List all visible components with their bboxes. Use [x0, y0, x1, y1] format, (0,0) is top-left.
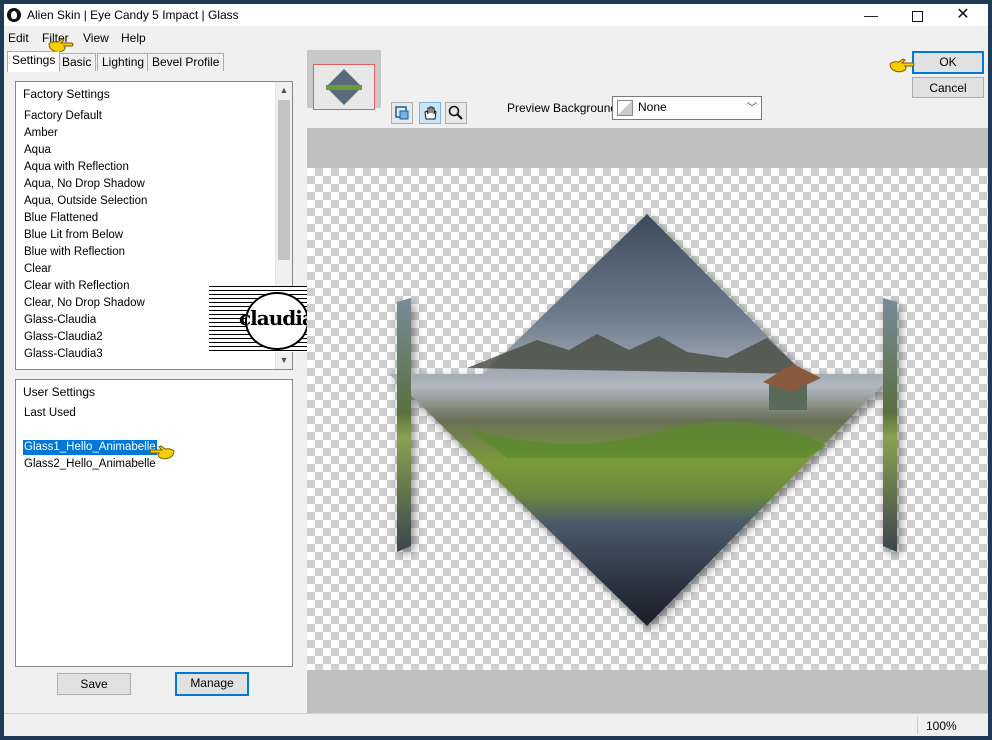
zoom-level: 100% — [926, 719, 957, 733]
list-item[interactable]: Blue Flattened — [23, 211, 99, 226]
app-logo-icon — [7, 8, 21, 22]
list-item[interactable]: Clear — [23, 262, 52, 277]
window-title: Alien Skin | Eye Candy 5 Impact | Glass — [27, 8, 239, 22]
tab-bevel-profile[interactable]: Bevel Profile — [147, 53, 225, 71]
list-item[interactable]: Aqua with Reflection — [23, 160, 130, 175]
navigator-icon — [395, 106, 409, 120]
list-item[interactable]: Aqua, Outside Selection — [23, 194, 148, 209]
close-button[interactable]: ✕ — [940, 4, 986, 26]
zoom-tool-icon — [448, 105, 463, 120]
thumbnail-image — [314, 65, 374, 109]
menu-edit[interactable]: Edit — [8, 31, 29, 45]
list-item-selected[interactable]: Glass1_Hello_Animabelle — [23, 440, 157, 455]
status-separator — [917, 717, 918, 734]
scroll-thumb[interactable] — [278, 100, 290, 260]
user-settings-header: User Settings — [23, 385, 96, 399]
navigator-button[interactable] — [391, 102, 413, 124]
list-item[interactable]: Clear, No Drop Shadow — [23, 296, 146, 311]
glass-effect-preview-image — [389, 214, 897, 626]
preview-background-value: None — [638, 100, 667, 114]
hand-tool-icon — [424, 106, 437, 120]
zoom-tool-button[interactable] — [445, 102, 467, 124]
status-bar: 100% — [4, 713, 988, 736]
list-item[interactable]: Blue Lit from Below — [23, 228, 124, 243]
factory-settings-header: Factory Settings — [23, 87, 110, 101]
preview-background-select[interactable]: None ﹀ — [612, 96, 762, 120]
preview-canvas[interactable] — [307, 128, 988, 713]
navigator-thumbnail[interactable] — [313, 64, 375, 110]
maximize-icon — [911, 10, 923, 22]
list-item[interactable]: Aqua, No Drop Shadow — [23, 177, 146, 192]
pointing-hand-icon — [889, 58, 915, 73]
list-item[interactable]: Aqua — [23, 143, 52, 158]
pointing-hand-icon — [149, 445, 175, 460]
thumbnail-area — [307, 50, 381, 110]
watermark-text: claudia — [239, 306, 315, 330]
chevron-down-icon: ﹀ — [747, 103, 757, 114]
scroll-up-icon[interactable]: ▲ — [276, 82, 292, 98]
cancel-button[interactable]: Cancel — [912, 77, 984, 98]
title-bar: Alien Skin | Eye Candy 5 Impact | Glass … — [4, 4, 988, 26]
scroll-down-icon[interactable]: ▼ — [276, 352, 292, 368]
menu-help[interactable]: Help — [121, 31, 146, 45]
tab-basic[interactable]: Basic — [57, 53, 97, 71]
background-swatch-icon — [617, 100, 633, 116]
list-item[interactable]: Glass-Claudia — [23, 313, 97, 328]
tab-settings[interactable]: Settings — [7, 51, 61, 72]
last-used-item[interactable]: Last Used — [23, 406, 77, 421]
list-item[interactable]: Factory Default — [23, 109, 103, 124]
list-item[interactable]: Glass2_Hello_Animabelle — [23, 457, 157, 472]
hand-tool-button[interactable] — [419, 102, 441, 124]
list-item[interactable]: Amber — [23, 126, 59, 141]
user-settings-list[interactable]: User Settings Last Used Glass1_Hello_Ani… — [15, 379, 293, 667]
eye-candy-window: Alien Skin | Eye Candy 5 Impact | Glass … — [4, 4, 988, 736]
ok-button[interactable]: OK — [912, 51, 984, 74]
tab-lighting[interactable]: Lighting — [97, 53, 150, 71]
minimize-button[interactable]: — — [848, 4, 894, 26]
list-item[interactable]: Clear with Reflection — [23, 279, 130, 294]
maximize-button[interactable] — [894, 4, 940, 26]
save-button[interactable]: Save — [57, 673, 131, 695]
menu-view[interactable]: View — [83, 31, 109, 45]
list-item[interactable]: Glass-Claudia2 — [23, 330, 104, 345]
manage-button[interactable]: Manage — [175, 672, 249, 696]
preview-background-label: Preview Background: — [507, 101, 621, 115]
list-item[interactable]: Blue with Reflection — [23, 245, 126, 260]
list-item[interactable]: Glass-Claudia3 — [23, 347, 104, 362]
